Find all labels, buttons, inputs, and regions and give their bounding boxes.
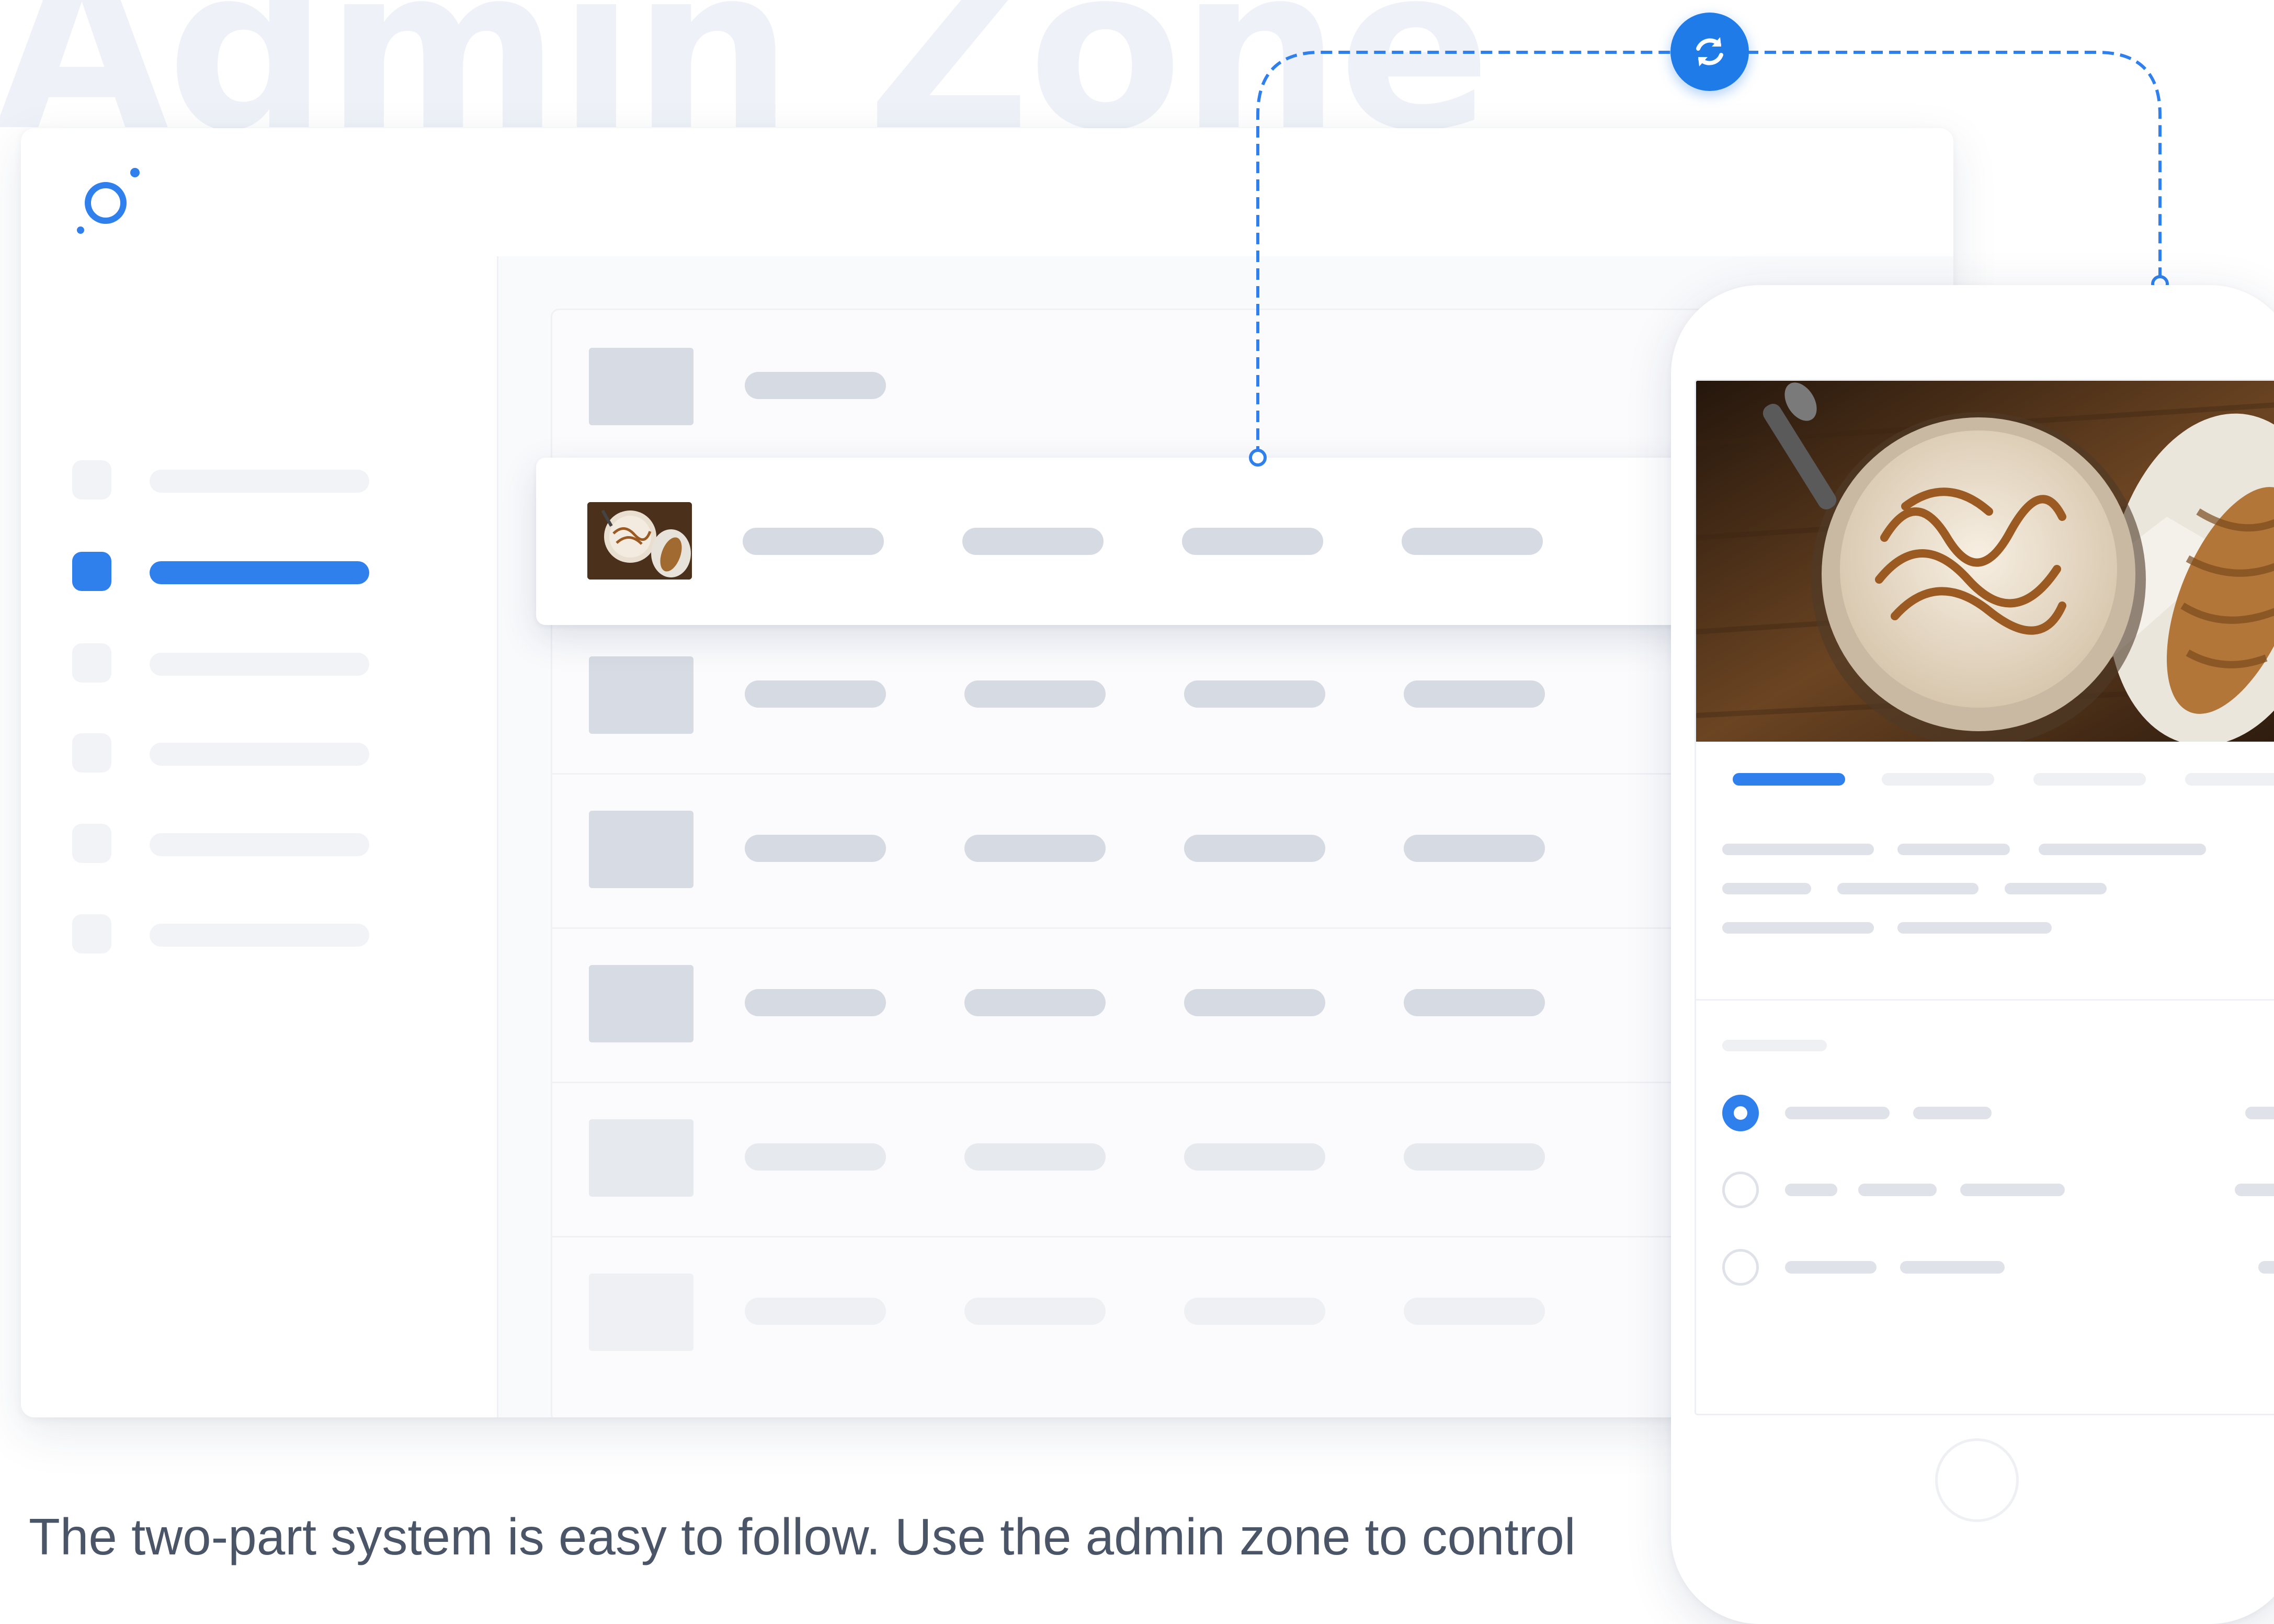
- options-heading-placeholder: [1722, 1040, 1827, 1051]
- cell-placeholder: [1404, 1143, 1545, 1171]
- cell-placeholder: [1404, 680, 1545, 708]
- cell-placeholder: [1184, 989, 1325, 1016]
- sync-button[interactable]: [1670, 13, 1749, 91]
- phone-mockup: [1671, 285, 2274, 1624]
- cell-placeholder: [745, 1143, 886, 1171]
- option-label-placeholder: [1785, 1184, 1837, 1196]
- description-line-placeholder: [2039, 844, 2206, 855]
- coffee-croissant-photo: [1696, 381, 2274, 742]
- cell-placeholder: [1404, 989, 1545, 1016]
- sidebar-item-label-placeholder: [150, 833, 369, 856]
- phone-section-divider: [1696, 999, 2274, 1001]
- sidebar-item-icon: [72, 643, 111, 683]
- cell-placeholder: [964, 989, 1106, 1016]
- sidebar-item-icon: [72, 552, 111, 591]
- sidebar-item[interactable]: [72, 914, 396, 953]
- cell-placeholder: [1184, 680, 1325, 708]
- cell-placeholder: [1184, 1143, 1325, 1171]
- cell-placeholder: [1404, 1298, 1545, 1325]
- cell-placeholder: [1182, 528, 1323, 555]
- option-price-placeholder: [2235, 1184, 2274, 1196]
- cell-placeholder: [964, 1298, 1106, 1325]
- admin-window: [21, 128, 1953, 1417]
- option-label-placeholder: [1900, 1261, 2005, 1274]
- sidebar-item[interactable]: [72, 824, 396, 863]
- cell-placeholder: [964, 680, 1106, 708]
- cell-placeholder: [1184, 1298, 1325, 1325]
- cell-placeholder: [964, 835, 1106, 862]
- cell-placeholder: [745, 372, 886, 399]
- option-label-placeholder: [1960, 1184, 2065, 1196]
- ring-logo-icon[interactable]: [73, 162, 146, 235]
- coffee-croissant-thumbnail: [587, 502, 692, 580]
- sidebar-item-icon: [72, 460, 111, 499]
- option-label-placeholder: [1785, 1107, 1890, 1119]
- option-price-placeholder: [2245, 1107, 2274, 1119]
- cell-placeholder: [1404, 835, 1545, 862]
- row-thumbnail-placeholder: [589, 1274, 693, 1351]
- description-line-placeholder: [1722, 883, 1811, 894]
- cell-placeholder: [745, 680, 886, 708]
- admin-sidebar: [21, 256, 498, 1417]
- option-price-placeholder: [2258, 1261, 2274, 1274]
- sidebar-item-label-placeholder: [150, 561, 369, 584]
- cell-placeholder: [1184, 835, 1325, 862]
- phone-home-button[interactable]: [1935, 1438, 2019, 1522]
- cell-placeholder: [1402, 528, 1543, 555]
- option-radio[interactable]: [1722, 1249, 1759, 1286]
- row-thumbnail-placeholder: [589, 811, 693, 888]
- sidebar-item-icon: [72, 824, 111, 863]
- sidebar-item-label-placeholder: [150, 470, 369, 493]
- sidebar-item-icon: [72, 733, 111, 773]
- sidebar-item[interactable]: [72, 733, 396, 773]
- phone-tab-active[interactable]: [1733, 773, 1845, 786]
- sidebar-item-active[interactable]: [72, 552, 396, 591]
- cell-placeholder: [743, 528, 884, 555]
- description-line-placeholder: [1722, 922, 1874, 934]
- phone-tab[interactable]: [1882, 773, 1994, 786]
- option-label-placeholder: [1913, 1107, 1992, 1119]
- sync-arrows-icon: [1696, 37, 1723, 66]
- option-label-placeholder: [1858, 1184, 1937, 1196]
- description-line-placeholder: [1897, 844, 2010, 855]
- cell-placeholder: [745, 1298, 886, 1325]
- sidebar-item[interactable]: [72, 643, 396, 683]
- sidebar-item-label-placeholder: [150, 653, 369, 676]
- option-radio[interactable]: [1722, 1172, 1759, 1208]
- row-thumbnail-placeholder: [589, 348, 693, 425]
- row-thumbnail-placeholder: [589, 965, 693, 1042]
- phone-screen: [1695, 379, 2274, 1415]
- sidebar-item-label-placeholder: [150, 743, 369, 766]
- cell-placeholder: [962, 528, 1104, 555]
- description-line-placeholder: [1837, 883, 1979, 894]
- phone-tab[interactable]: [2185, 773, 2274, 786]
- option-label-placeholder: [1785, 1261, 1877, 1274]
- highlighted-table-row[interactable]: [536, 458, 1739, 625]
- cell-placeholder: [745, 989, 886, 1016]
- cell-placeholder: [745, 835, 886, 862]
- description-line-placeholder: [1722, 844, 1874, 855]
- option-radio-selected[interactable]: [1722, 1095, 1759, 1131]
- description-line-placeholder: [2005, 883, 2107, 894]
- sidebar-item-icon: [72, 914, 111, 953]
- description-caption: The two-part system is easy to follow. U…: [29, 1508, 1576, 1565]
- sidebar-item[interactable]: [72, 460, 396, 499]
- sidebar-item-label-placeholder: [150, 924, 369, 947]
- admin-header: [21, 128, 1953, 258]
- phone-tab[interactable]: [2033, 773, 2146, 786]
- description-line-placeholder: [1897, 922, 2052, 934]
- cell-placeholder: [964, 1143, 1106, 1171]
- row-thumbnail-placeholder: [589, 1119, 693, 1197]
- row-thumbnail-placeholder: [589, 656, 693, 734]
